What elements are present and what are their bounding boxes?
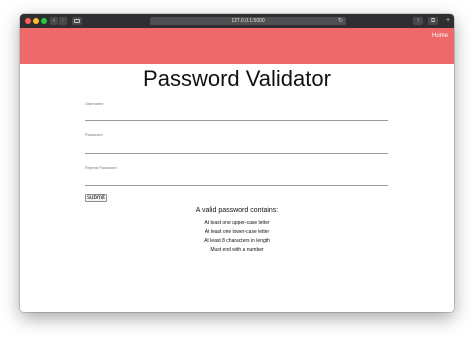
- password-rules-list: At least one upper-case letter At least …: [20, 219, 454, 255]
- username-field[interactable]: [85, 112, 388, 121]
- minimize-window-icon[interactable]: [33, 18, 39, 24]
- back-button[interactable]: ‹: [50, 17, 58, 25]
- nav-home-link[interactable]: Home: [432, 33, 448, 39]
- list-item: Must end with a number: [210, 247, 264, 253]
- list-item: At least one lower-case letter: [204, 229, 270, 235]
- page-title: Password Validator: [143, 66, 331, 91]
- maximize-window-icon[interactable]: [41, 18, 47, 24]
- sidebar-icon: [74, 19, 80, 23]
- list-item: At least 8 characters in length: [204, 238, 270, 244]
- tabs-icon: ⧉: [430, 18, 436, 24]
- share-button[interactable]: ↑: [413, 17, 423, 25]
- sidebar-toggle-button[interactable]: [72, 17, 82, 25]
- share-icon: ↑: [416, 18, 420, 24]
- browser-titlebar: ‹ › 127.0.0.1:5000 ↻ ↑ ⧉ +: [20, 14, 454, 28]
- address-bar[interactable]: 127.0.0.1:5000 ↻: [150, 17, 346, 25]
- show-tabs-button[interactable]: ⧉: [428, 17, 438, 25]
- browser-window: ‹ › 127.0.0.1:5000 ↻ ↑ ⧉ + Home Password…: [20, 14, 454, 312]
- username-label: Username: [85, 101, 104, 106]
- close-window-icon[interactable]: [25, 18, 31, 24]
- forward-button[interactable]: ›: [59, 17, 67, 25]
- submit-button[interactable]: submit: [85, 194, 107, 202]
- password-field[interactable]: [85, 145, 388, 154]
- chevron-left-icon: ‹: [53, 18, 55, 24]
- list-item: At least one upper-case letter: [204, 220, 270, 226]
- repeat-password-field[interactable]: [85, 177, 388, 186]
- app-header: Home: [20, 28, 454, 64]
- new-tab-button[interactable]: +: [444, 17, 452, 25]
- plus-icon: +: [445, 17, 451, 24]
- chevron-right-icon: ›: [62, 18, 64, 24]
- address-text: 127.0.0.1:5000: [231, 18, 265, 24]
- repeat-password-label: Repeat Password: [85, 165, 117, 170]
- reload-icon[interactable]: ↻: [338, 17, 343, 25]
- password-label: Password: [85, 132, 103, 137]
- password-rules-heading: A valid password contains:: [195, 207, 279, 214]
